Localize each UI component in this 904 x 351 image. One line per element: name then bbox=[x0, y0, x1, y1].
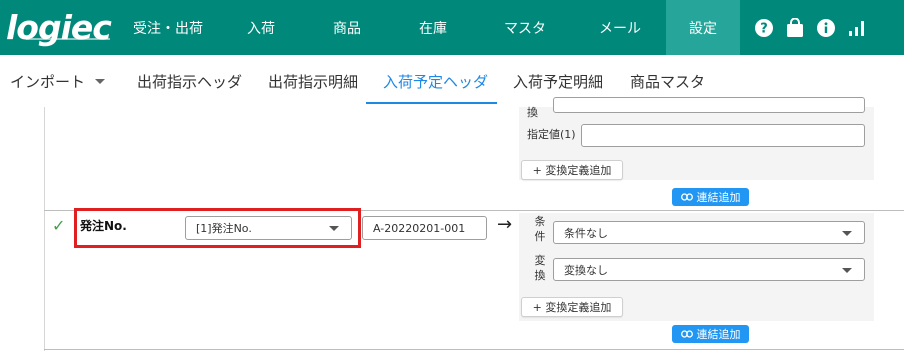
conversion-label: 変換 bbox=[534, 254, 546, 282]
sample-value-field[interactable]: A-20220201-001 bbox=[362, 216, 487, 240]
nav-item-inventory[interactable]: 在庫 bbox=[390, 0, 476, 55]
link-icon bbox=[680, 330, 693, 338]
highlight-box bbox=[74, 208, 361, 248]
arrow-right-icon: → bbox=[497, 214, 513, 235]
active-tab-indicator bbox=[366, 102, 497, 104]
condition-label: 条件 bbox=[534, 215, 546, 243]
condition-select[interactable]: 条件なし bbox=[553, 221, 865, 244]
nav-item-settings[interactable]: 設定 bbox=[666, 0, 740, 55]
nav-item-products[interactable]: 商品 bbox=[304, 0, 390, 55]
mapping-content: 換 指定値(1) + 変換定義追加 連結追加 ✓ 発注No. [1]発注No. … bbox=[0, 97, 904, 351]
caret-down-icon bbox=[95, 78, 106, 84]
conversion-select[interactable]: 変換なし bbox=[553, 258, 865, 281]
conversion-label-fragment: 換 bbox=[527, 106, 538, 119]
row-divider-bottom bbox=[44, 349, 904, 350]
nav-icon-group: ? bbox=[748, 0, 872, 55]
conversion-input-partial[interactable] bbox=[553, 97, 865, 113]
add-link-label: 連結追加 bbox=[696, 328, 741, 341]
info-icon[interactable] bbox=[810, 0, 841, 55]
shopping-bag-icon[interactable] bbox=[779, 0, 810, 55]
nav-item-receiving[interactable]: 入荷 bbox=[218, 0, 304, 55]
chevron-down-icon bbox=[842, 230, 852, 236]
add-link-button[interactable]: 連結追加 bbox=[672, 325, 749, 343]
import-dropdown[interactable]: インポート bbox=[10, 55, 106, 107]
add-link-label: 連結追加 bbox=[696, 191, 741, 204]
add-link-button[interactable]: 連結追加 bbox=[672, 188, 749, 206]
tab-shipping-detail[interactable]: 出荷指示明細 bbox=[268, 55, 358, 107]
tab-shipping-header[interactable]: 出荷指示ヘッダ bbox=[137, 55, 242, 107]
conversion-value: 変換なし bbox=[564, 263, 608, 277]
specified-value-input[interactable] bbox=[581, 124, 865, 147]
link-icon bbox=[680, 193, 693, 201]
svg-text:?: ? bbox=[760, 21, 768, 36]
logo-tagline-bar bbox=[26, 38, 110, 40]
logo[interactable]: logiec bbox=[0, 0, 118, 55]
nav-item-orders-shipping[interactable]: 受注・出荷 bbox=[118, 0, 218, 55]
nav-item-mail[interactable]: メール bbox=[574, 0, 666, 55]
add-conversion-definition-button[interactable]: + 変換定義追加 bbox=[521, 297, 623, 317]
bar-chart-icon[interactable] bbox=[841, 0, 872, 55]
import-label: インポート bbox=[10, 72, 86, 91]
top-navigation: logiec 受注・出荷 入荷 商品 在庫 マスタ メール 設定 ? bbox=[0, 0, 904, 55]
left-divider bbox=[44, 107, 45, 351]
chevron-down-icon bbox=[842, 267, 852, 273]
tab-receiving-header[interactable]: 入荷予定ヘッダ bbox=[383, 55, 488, 107]
nav-item-master[interactable]: マスタ bbox=[476, 0, 574, 55]
check-icon: ✓ bbox=[52, 216, 66, 235]
specified-value-label: 指定値(1) bbox=[527, 128, 576, 141]
main-menu: 受注・出荷 入荷 商品 在庫 マスタ メール 設定 bbox=[118, 0, 740, 55]
condition-value: 条件なし bbox=[564, 226, 608, 240]
help-icon[interactable]: ? bbox=[748, 0, 779, 55]
add-conversion-definition-button[interactable]: + 変換定義追加 bbox=[521, 160, 623, 180]
